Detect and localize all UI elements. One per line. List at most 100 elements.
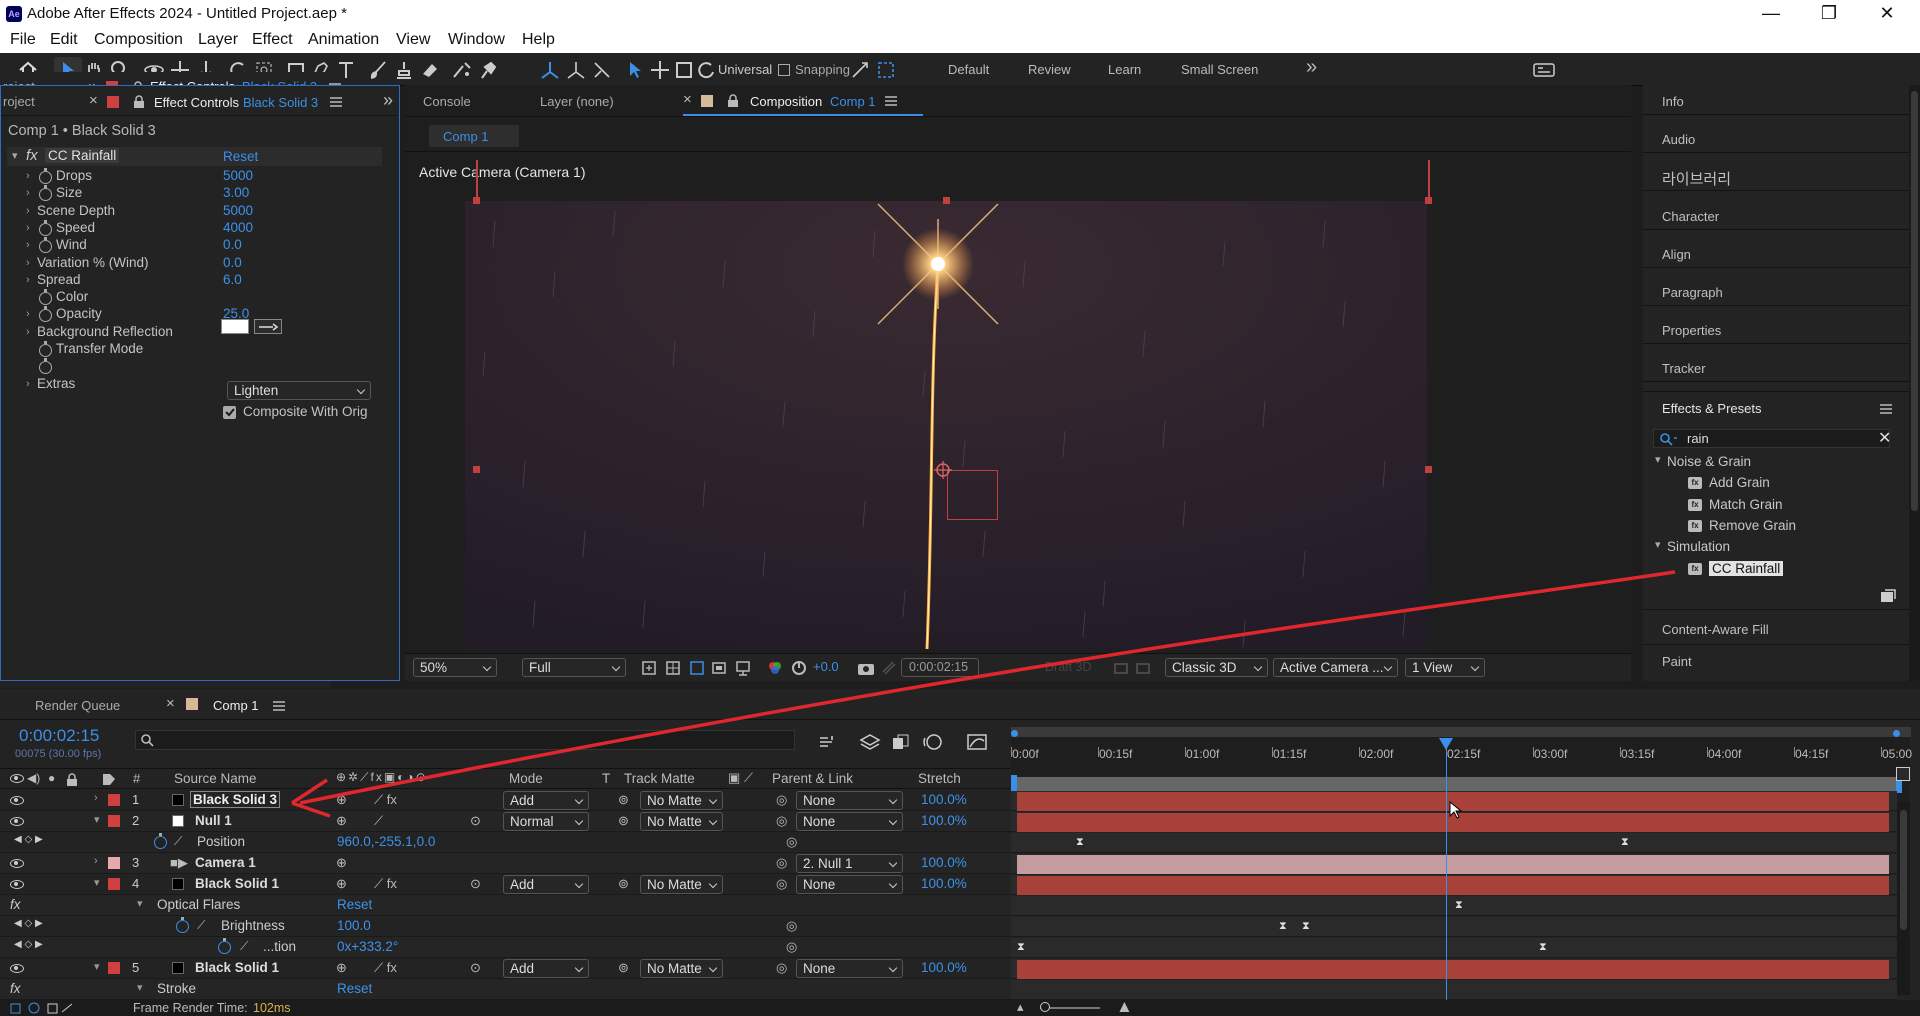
bounds-handle[interactable]	[1425, 197, 1432, 204]
3d-layer-switch-icon[interactable]: ⊙	[470, 876, 481, 892]
quality-switch-icon[interactable]: ⟋	[374, 813, 383, 829]
expression-pick-whip-icon[interactable]: ◎	[786, 918, 797, 934]
track-matte-dropdown[interactable]: No Matte	[640, 791, 723, 810]
fx-icon[interactable]: fx	[26, 147, 38, 164]
effect-prop-value[interactable]: 5000	[223, 168, 253, 183]
layer-name[interactable]: Null 1	[195, 813, 232, 828]
snapping-checkbox[interactable]	[778, 64, 790, 76]
close-project-tab-icon[interactable]: ×	[89, 92, 98, 109]
eyedropper-icon[interactable]	[254, 319, 282, 334]
layer-duration-bar[interactable]	[1017, 876, 1889, 895]
preserve-transparency-icon[interactable]: ⊚	[618, 960, 629, 976]
timeline-menu-icon[interactable]	[272, 701, 286, 711]
draft-3d-label[interactable]: Draft 3D	[1045, 660, 1092, 674]
tab-project-label[interactable]: roject	[3, 94, 35, 109]
menu-window[interactable]: Window	[448, 31, 505, 49]
layer-name[interactable]: Black Solid 1	[195, 960, 279, 975]
keyframe-marker[interactable]: ⧗	[1455, 899, 1464, 911]
transfer-mode-dropdown[interactable]: Lighten	[227, 381, 371, 400]
menu-file[interactable]: File	[10, 31, 36, 49]
work-area-start-handle[interactable]	[1011, 730, 1018, 737]
clone-stamp-icon[interactable]	[390, 57, 418, 82]
local-axis-icon[interactable]	[536, 57, 564, 82]
tree-expand-icon[interactable]: ▾	[1655, 538, 1661, 551]
timeline-timecode[interactable]: 0:00:02:15	[19, 726, 99, 746]
snap-options-icon[interactable]	[846, 57, 874, 82]
brightness-value[interactable]: 100.0	[337, 918, 371, 933]
optical-flares-reset[interactable]: Reset	[337, 897, 372, 912]
position-value[interactable]: 960.0,-255.1,0.0	[337, 834, 435, 849]
timeline-row[interactable]: ▾ 2 Null 1 ⊕ ⟋ ⊙ Normal ⊚ No Matte ◎ None 100.0%	[0, 811, 1010, 832]
fx-icon[interactable]: fx	[10, 981, 21, 996]
keyframe-nav-icons[interactable]: ◀ ◇ ▶	[14, 834, 43, 845]
keyframe-marker[interactable]: ⧗	[1302, 920, 1311, 932]
track-lane[interactable]	[1011, 980, 1897, 1000]
expression-pick-whip-icon[interactable]: ◎	[786, 834, 797, 850]
expand-arrow-icon[interactable]: ›	[26, 326, 30, 338]
preserve-transparency-icon[interactable]: ⊚	[618, 813, 629, 829]
effect-reset-link[interactable]: Reset	[223, 149, 258, 164]
mask-visibility-icon[interactable]	[689, 660, 705, 676]
stopwatch-icon[interactable]	[39, 168, 52, 184]
menu-composition[interactable]: Composition	[94, 31, 183, 49]
exposure-value[interactable]: +0.0	[813, 659, 839, 674]
bounds-handle[interactable]	[473, 466, 480, 473]
twirl-icon[interactable]: ▾	[94, 876, 100, 889]
parent-dropdown[interactable]: None	[796, 959, 903, 978]
time-navigator[interactable]	[1015, 777, 1897, 791]
layer-name[interactable]: Black Solid 1	[195, 876, 279, 891]
shy-switch-icon[interactable]: ⊕	[336, 855, 347, 871]
draft-3d-icon[interactable]	[859, 733, 881, 751]
snap-grid-icon[interactable]	[872, 57, 900, 82]
panel-item-0[interactable]: Info	[1662, 94, 1684, 109]
expand-arrow-icon[interactable]: ›	[26, 170, 30, 182]
close-window-button[interactable]: ✕	[1858, 0, 1916, 29]
stopwatch-icon[interactable]	[39, 219, 52, 236]
keyframe-nav-icons[interactable]: ◀ ◇ ▶	[14, 939, 43, 950]
transparency-grid-icon[interactable]	[665, 660, 681, 676]
comp-marker-bin-icon[interactable]	[1896, 767, 1910, 781]
layer-label-color[interactable]	[108, 857, 120, 869]
pick-whip-icon[interactable]: ◎	[776, 855, 787, 871]
graph-icon[interactable]: ⟋	[197, 918, 205, 933]
keyframe-nav-icons[interactable]: ◀ ◇ ▶	[14, 918, 43, 929]
preserve-transparency-icon[interactable]: ⊚	[618, 792, 629, 808]
effect-item[interactable]: CC Rainfall	[1709, 560, 1784, 576]
timeline-search-input[interactable]	[135, 730, 795, 750]
timeline-row[interactable]: ◀ ◇ ▶ ⟋ Brightness 100.0 ◎	[0, 916, 1010, 937]
layer-duration-bar[interactable]	[1017, 960, 1889, 979]
effect-prop-value[interactable]: 4000	[223, 220, 253, 235]
blend-mode-dropdown[interactable]: Add	[503, 791, 589, 810]
view-layout-dropdown[interactable]: 1 View	[1405, 658, 1485, 677]
3d-layer-switch-icon[interactable]: ⊙	[470, 960, 481, 976]
visibility-eye-icon[interactable]	[10, 817, 24, 826]
renderer-dropdown[interactable]: Classic 3D	[1165, 658, 1268, 677]
grid-options-icon[interactable]	[735, 660, 751, 676]
visibility-eye-icon[interactable]	[10, 796, 24, 805]
tab-composition[interactable]: Composition	[750, 94, 822, 109]
twirl-icon[interactable]: ▾	[94, 813, 100, 826]
comp-mini-flowchart-icon[interactable]	[818, 733, 840, 751]
stretch-value[interactable]: 100.0%	[921, 792, 967, 807]
graph-editor-icon[interactable]	[966, 733, 988, 751]
type-tool-icon[interactable]	[332, 57, 360, 82]
timeline-row[interactable]: ▾ 5 Black Solid 1 ⊕ ⟋ fx ⊙ Add ⊚ No Matte ◎ None 10…	[0, 958, 1010, 979]
eraser-tool-icon[interactable]	[416, 57, 444, 82]
blend-mode-dropdown[interactable]: Add	[503, 959, 589, 978]
twirl-icon[interactable]: ▾	[94, 960, 100, 973]
tab-layer[interactable]: Layer (none)	[540, 94, 614, 109]
viewer-timecode[interactable]: 0:00:02:15	[909, 660, 968, 674]
track-matte-dropdown[interactable]: No Matte	[640, 812, 723, 831]
roto-brush-icon[interactable]	[448, 57, 476, 82]
bounds-handle[interactable]	[943, 197, 950, 204]
graph-icon[interactable]: ⟋	[240, 939, 248, 954]
effect-prop-value[interactable]: 3.00	[223, 185, 249, 200]
twirl-icon[interactable]: ›	[94, 792, 98, 804]
workspace-review[interactable]: Review	[1028, 62, 1071, 77]
puppet-pin-icon[interactable]	[474, 57, 502, 82]
effect-name-cc-rainfall[interactable]: CC Rainfall	[45, 148, 120, 163]
effect-group[interactable]: Simulation	[1667, 539, 1730, 554]
reset-exposure-icon[interactable]	[791, 660, 807, 676]
keyframe-marker[interactable]: ⧗	[1539, 941, 1548, 953]
zoom-out-icon[interactable]: ▴	[1017, 999, 1024, 1015]
